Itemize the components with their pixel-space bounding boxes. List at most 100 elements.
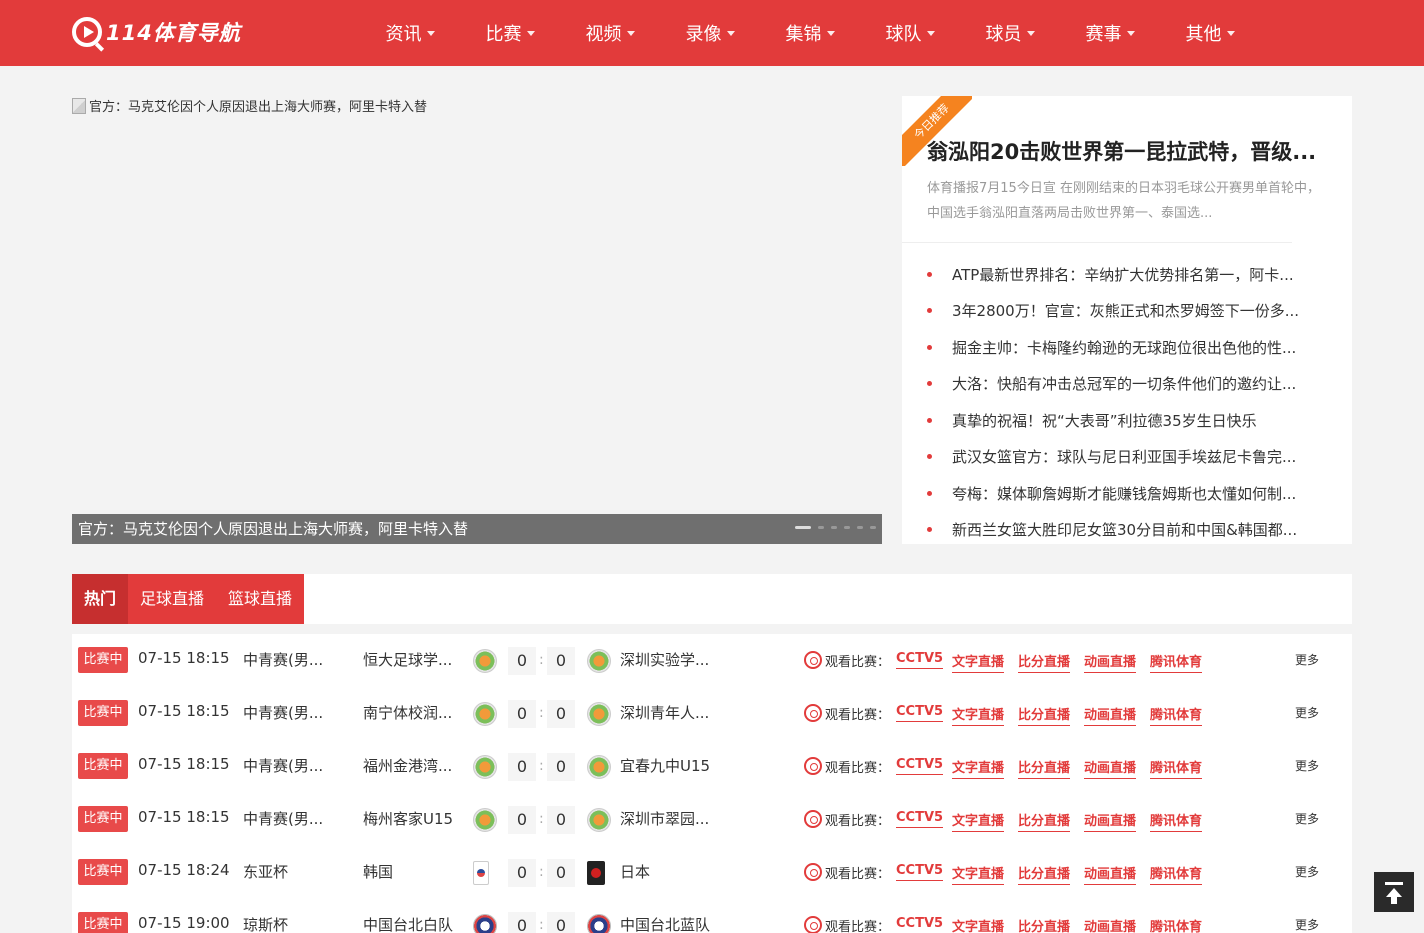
channel-link[interactable]: 比分直播 [1018, 704, 1071, 726]
channel-link[interactable]: 动画直播 [1084, 810, 1137, 832]
slider-dot[interactable] [844, 526, 850, 529]
more-link[interactable]: 更多 [1295, 704, 1319, 721]
channel-link[interactable]: 腾讯体育 [1150, 757, 1203, 779]
slider-dot[interactable] [870, 526, 876, 529]
channel-link[interactable]: 腾讯体育 [1150, 863, 1203, 885]
nav-item-events[interactable]: 赛事 [1060, 0, 1160, 66]
nav-item-other[interactable]: 其他 [1160, 0, 1260, 66]
site-header: 114体育导航 资讯 比赛 视频 录像 集锦 球队 球员 赛事 其他 [0, 0, 1424, 66]
site-logo[interactable]: 114体育导航 [72, 16, 241, 48]
nav-item-news[interactable]: 资讯 [360, 0, 460, 66]
recommend-title[interactable]: 翁泓阳20击败世界第一昆拉武特，晋级... [927, 136, 1327, 166]
more-link[interactable]: 更多 [1295, 651, 1319, 668]
channel-link[interactable]: 腾讯体育 [1150, 651, 1203, 673]
channel-link[interactable]: 文字直播 [952, 651, 1005, 673]
channel-link[interactable]: 动画直播 [1084, 916, 1136, 933]
channel-link[interactable]: CCTV5 [896, 916, 943, 933]
channel-link[interactable]: 比分直播 [1018, 651, 1071, 673]
channel-link[interactable]: CCTV5 [896, 810, 944, 828]
home-team[interactable]: 中国台北白队 [363, 914, 460, 933]
slider-dot[interactable] [831, 526, 837, 529]
channel-link[interactable]: 动画直播 [1084, 757, 1137, 779]
nav-item-videos[interactable]: 视频 [560, 0, 660, 66]
match-league[interactable]: 中青赛(男... [243, 808, 333, 829]
match-league[interactable]: 琼斯杯 [243, 914, 333, 933]
more-link[interactable]: 更多 [1295, 810, 1319, 827]
away-team-logo-icon [587, 808, 611, 832]
more-link[interactable]: 更多 [1295, 863, 1319, 880]
match-row[interactable]: 比赛中 07-15 18:15 中青赛(男... 恒大足球学... 0:0 深圳实验学..… [72, 634, 1352, 687]
tab-hot[interactable]: 热门 [72, 574, 128, 624]
news-item[interactable]: 大洛：快船有冲击总冠军的一切条件他们的邀约让... [927, 366, 1322, 403]
channel-link[interactable]: 动画直播 [1084, 704, 1137, 726]
channel-link[interactable]: CCTV5 [896, 651, 944, 669]
news-item[interactable]: 真挚的祝福！祝“大表哥”利拉德35岁生日快乐 [927, 402, 1322, 439]
nav-item-highlights[interactable]: 集锦 [760, 0, 860, 66]
away-team[interactable]: 深圳实验学... [620, 649, 720, 670]
news-item[interactable]: 掘金主帅：卡梅隆约翰逊的无球跑位很出色他的性... [927, 329, 1322, 366]
news-slider[interactable]: 官方：马克艾伦因个人原因退出上海大师赛，阿里卡特入替 官方：马克艾伦因个人原因退… [72, 96, 882, 544]
channel-link[interactable]: 文字直播 [952, 810, 1005, 832]
away-team[interactable]: 日本 [620, 861, 720, 882]
channel-link[interactable]: CCTV5 [896, 863, 944, 881]
slider-image[interactable]: 官方：马克艾伦因个人原因退出上海大师赛，阿里卡特入替 [72, 96, 427, 115]
news-item[interactable]: 3年2800万！官宣：灰熊正式和杰罗姆签下一份多... [927, 293, 1322, 330]
slider-dot[interactable] [818, 526, 824, 529]
channel-link[interactable]: 文字直播 [952, 916, 1004, 933]
channel-link[interactable]: 腾讯体育 [1150, 704, 1203, 726]
home-team[interactable]: 南宁体校润... [363, 702, 460, 723]
match-time: 07-15 19:00 [138, 914, 230, 932]
channel-link[interactable]: 文字直播 [952, 863, 1005, 885]
away-score: 0 [547, 647, 575, 675]
nav-item-replays[interactable]: 录像 [660, 0, 760, 66]
channel-link[interactable]: 文字直播 [952, 757, 1005, 779]
home-score: 0 [508, 912, 536, 933]
channel-link[interactable]: 比分直播 [1018, 863, 1071, 885]
channel-link[interactable]: 比分直播 [1018, 810, 1071, 832]
home-team[interactable]: 韩国 [363, 861, 460, 882]
match-row[interactable]: 比赛中 07-15 18:15 中青赛(男... 南宁体校润... 0:0 深圳青年人..… [72, 687, 1352, 740]
bullet-icon [927, 454, 932, 460]
news-item[interactable]: 夸梅：媒体聊詹姆斯才能赚钱詹姆斯也太懂如何制... [927, 475, 1322, 512]
match-row[interactable]: 比赛中 07-15 19:00 琼斯杯 中国台北白队 0:0 中国台北蓝队 观看比赛： CCT… [72, 899, 1352, 933]
channel-link[interactable]: 腾讯体育 [1150, 916, 1202, 933]
channel-link[interactable]: 比分直播 [1018, 916, 1070, 933]
tab-football-live[interactable]: 足球直播 [128, 574, 216, 624]
home-score: 0 [508, 753, 536, 781]
channel-link[interactable]: 腾讯体育 [1150, 810, 1203, 832]
channel-link[interactable]: 动画直播 [1084, 863, 1137, 885]
more-link[interactable]: 更多 [1295, 757, 1319, 774]
slider-caption[interactable]: 官方：马克艾伦因个人原因退出上海大师赛，阿里卡特入替 [72, 514, 882, 544]
news-item[interactable]: 新西兰女篮大胜印尼女篮30分目前和中国&韩国都... [927, 512, 1322, 549]
away-team[interactable]: 深圳市翠园... [620, 808, 720, 829]
nav-item-matches[interactable]: 比赛 [460, 0, 560, 66]
news-item[interactable]: ATP最新世界排名：辛纳扩大优势排名第一，阿卡... [927, 256, 1322, 293]
nav-item-players[interactable]: 球员 [960, 0, 1060, 66]
slider-dot[interactable] [857, 526, 863, 529]
tab-basketball-live[interactable]: 篮球直播 [216, 574, 304, 624]
match-league[interactable]: 中青赛(男... [243, 649, 333, 670]
away-team-logo-icon [587, 649, 611, 673]
channel-link[interactable]: CCTV5 [896, 704, 944, 722]
match-row[interactable]: 比赛中 07-15 18:15 中青赛(男... 梅州客家U15 0:0 深圳市翠园...… [72, 793, 1352, 846]
channel-link[interactable]: CCTV5 [896, 757, 944, 775]
match-league[interactable]: 中青赛(男... [243, 702, 333, 723]
home-team[interactable]: 梅州客家U15 [363, 808, 460, 829]
channel-link[interactable]: 比分直播 [1018, 757, 1071, 779]
home-team[interactable]: 福州金港湾... [363, 755, 460, 776]
more-link[interactable]: 更多 [1295, 916, 1319, 933]
match-league[interactable]: 东亚杯 [243, 861, 333, 882]
home-team[interactable]: 恒大足球学... [363, 649, 460, 670]
match-row[interactable]: 比赛中 07-15 18:15 中青赛(男... 福州金港湾... 0:0 宜春九中U15… [72, 740, 1352, 793]
channel-link[interactable]: 文字直播 [952, 704, 1005, 726]
news-item[interactable]: 武汉女篮官方：球队与尼日利亚国手埃兹尼卡鲁完... [927, 439, 1322, 476]
channel-link[interactable]: 动画直播 [1084, 651, 1137, 673]
slider-dot[interactable] [795, 526, 811, 529]
match-row[interactable]: 比赛中 07-15 18:24 东亚杯 韩国 0:0 日本 观看比赛： CCTV5 文字直播 比分… [72, 846, 1352, 899]
away-team[interactable]: 中国台北蓝队 [620, 914, 720, 933]
away-team[interactable]: 宜春九中U15 [620, 755, 720, 776]
back-to-top-button[interactable] [1374, 872, 1414, 912]
nav-item-teams[interactable]: 球队 [860, 0, 960, 66]
away-team[interactable]: 深圳青年人... [620, 702, 720, 723]
match-league[interactable]: 中青赛(男... [243, 755, 333, 776]
